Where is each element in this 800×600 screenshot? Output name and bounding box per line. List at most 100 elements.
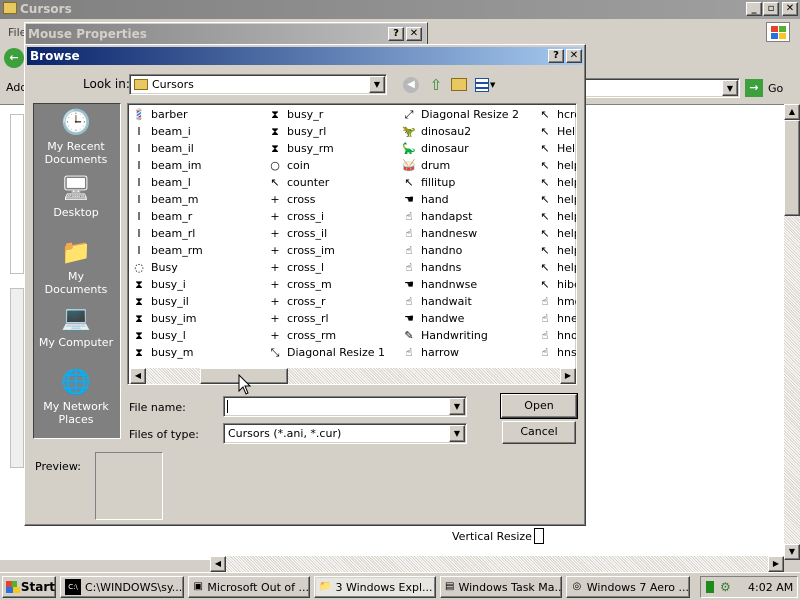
scroll-right-button[interactable]: ▶ [768, 556, 784, 572]
file-item[interactable]: ↖ help [538, 259, 576, 276]
go-button[interactable]: → Go [745, 78, 793, 98]
file-item[interactable]: + cross_im [268, 242, 334, 259]
help-button[interactable]: ? [388, 27, 404, 41]
close-button[interactable]: ✕ [406, 27, 422, 41]
file-item[interactable]: ↖ counter [268, 174, 329, 191]
file-item[interactable]: Ibeam_rl [132, 225, 195, 242]
file-item[interactable]: ☝ hns [538, 344, 576, 361]
file-item[interactable]: ⤡ Diagonal Resize 1 [268, 344, 385, 361]
file-item[interactable]: + cross_il [268, 225, 327, 242]
file-item[interactable]: 🦖 dinosau2 [402, 123, 471, 140]
file-item[interactable]: Ibeam_i [132, 123, 190, 140]
tray-network-icon[interactable] [706, 581, 714, 593]
file-item[interactable]: + cross_i [268, 208, 324, 225]
back-icon[interactable]: ◀ [403, 77, 419, 93]
file-item[interactable]: ☝ handns [402, 259, 462, 276]
file-item[interactable]: ↖ help [538, 157, 576, 174]
place-network-places[interactable]: 🌐 My Network Places [36, 366, 116, 426]
file-item[interactable]: ↖ fillitup [402, 174, 455, 191]
file-item[interactable]: ☚ handwe [402, 310, 464, 327]
file-item[interactable]: Ibeam_m [132, 191, 198, 208]
place-desktop[interactable]: 🖥 Desktop [36, 172, 116, 219]
address-field[interactable]: ▼ [584, 78, 740, 98]
file-item[interactable]: ✎ Handwriting [402, 327, 487, 344]
files-of-type-combo[interactable]: Cursors (*.ani, *.cur) ▼ [223, 423, 467, 444]
file-item[interactable]: Ibeam_il [132, 140, 193, 157]
file-item[interactable]: ☝ harrow [402, 344, 459, 361]
taskbar-button[interactable]: ◎ Windows 7 Aero ... [566, 576, 690, 598]
file-item[interactable]: ⧗ busy_im [132, 310, 196, 327]
file-item[interactable]: ⧗ busy_i [132, 276, 186, 293]
file-item[interactable]: 🥁 drum [402, 157, 450, 174]
back-icon[interactable]: ← [4, 48, 24, 68]
file-item[interactable]: + cross_rl [268, 310, 328, 327]
explorer-hscrollbar[interactable]: ◀ ▶ [210, 556, 784, 572]
place-my-documents[interactable]: 📁 My Documents [36, 236, 116, 296]
file-item[interactable]: ⧗ busy_r [268, 106, 323, 123]
file-item[interactable]: ⧗ busy_rl [268, 123, 326, 140]
view-menu-icon[interactable]: ▼ [475, 77, 497, 93]
open-button[interactable]: Open [500, 393, 578, 419]
file-item[interactable]: ↖ hibe [538, 276, 576, 293]
cancel-button[interactable]: Cancel [502, 421, 576, 444]
file-item[interactable]: ↖ help [538, 208, 576, 225]
file-item[interactable]: Ibeam_l [132, 174, 190, 191]
place-recent-documents[interactable]: 🕒 My Recent Documents [36, 106, 116, 166]
file-item[interactable]: ⧗ busy_il [132, 293, 189, 310]
file-item[interactable]: ☝ hno [538, 327, 576, 344]
up-folder-icon[interactable]: ⇧ [427, 76, 445, 94]
close-button[interactable]: ✕ [782, 2, 798, 16]
taskbar-button[interactable]: 📁3 Windows Expl...▼ [314, 576, 436, 598]
file-item[interactable]: ☚ hand [402, 191, 449, 208]
file-item[interactable]: ☚ handnwse [402, 276, 477, 293]
scroll-thumb[interactable] [784, 120, 800, 216]
file-item[interactable]: + cross [268, 191, 315, 208]
files-of-type-dropdown-button[interactable]: ▼ [449, 425, 465, 442]
file-item[interactable]: ☝ hne [538, 310, 576, 327]
file-item[interactable]: ↖ help [538, 191, 576, 208]
file-item[interactable]: ☝ hmo [538, 293, 576, 310]
file-item[interactable]: ↖ help [538, 174, 576, 191]
explorer-vscrollbar[interactable]: ▲ ▼ [784, 104, 800, 560]
file-item[interactable]: Ibeam_r [132, 208, 192, 225]
file-item[interactable]: ↖ help [538, 225, 576, 242]
file-item[interactable]: ⧗ busy_l [132, 327, 186, 344]
scroll-up-button[interactable]: ▲ [784, 104, 800, 120]
file-item[interactable]: ○ coin [268, 157, 310, 174]
file-item[interactable]: + cross_rm [268, 327, 336, 344]
minimize-button[interactable]: _ [746, 2, 762, 16]
file-item[interactable]: ☝ handno [402, 242, 463, 259]
file-item[interactable]: 🦕 dinosaur [402, 140, 469, 157]
file-list-hscrollbar[interactable]: ◀ ▶ [130, 368, 576, 384]
file-item[interactable]: ↖ help [538, 242, 576, 259]
file-item[interactable]: ☝ handnesw [402, 225, 478, 242]
file-item[interactable]: + cross_r [268, 293, 325, 310]
start-button[interactable]: Start [2, 576, 56, 598]
scroll-down-button[interactable]: ▼ [784, 544, 800, 560]
file-name-dropdown-button[interactable]: ▼ [449, 398, 465, 415]
taskbar-button[interactable]: ▤ Windows Task Ma... [440, 576, 562, 598]
taskbar-button[interactable]: ▣ Microsoft Out of ... [188, 576, 310, 598]
file-item[interactable]: ☝ handapst [402, 208, 473, 225]
file-item[interactable]: Ibeam_rm [132, 242, 202, 259]
help-button[interactable]: ? [548, 49, 564, 63]
file-item[interactable]: ⤢ Diagonal Resize 2 [402, 106, 519, 123]
address-dropdown-button[interactable]: ▼ [722, 80, 738, 96]
file-item[interactable]: ☝ handwait [402, 293, 472, 310]
file-item[interactable]: Ibeam_im [132, 157, 201, 174]
scroll-left-button[interactable]: ◀ [130, 368, 146, 384]
vertical-resize-file[interactable]: Vertical Resize [452, 528, 544, 544]
place-my-computer[interactable]: 💻 My Computer [36, 302, 116, 349]
maximize-button[interactable]: ▫ [763, 2, 779, 16]
file-item[interactable]: ↖ Help [538, 140, 576, 157]
taskbar-button[interactable]: C:\ C:\WINDOWS\sy... [60, 576, 184, 598]
scroll-right-button[interactable]: ▶ [560, 368, 576, 384]
new-folder-icon[interactable] [451, 78, 467, 91]
tray-app-icon[interactable]: ⚙ [720, 580, 734, 594]
close-button[interactable]: ✕ [566, 49, 582, 63]
file-item[interactable]: ↖ hcro [538, 106, 576, 123]
scroll-left-button[interactable]: ◀ [210, 556, 226, 572]
file-item[interactable]: ↖ Help [538, 123, 576, 140]
file-item[interactable]: 💈 barber [132, 106, 187, 123]
file-item[interactable]: + cross_m [268, 276, 331, 293]
